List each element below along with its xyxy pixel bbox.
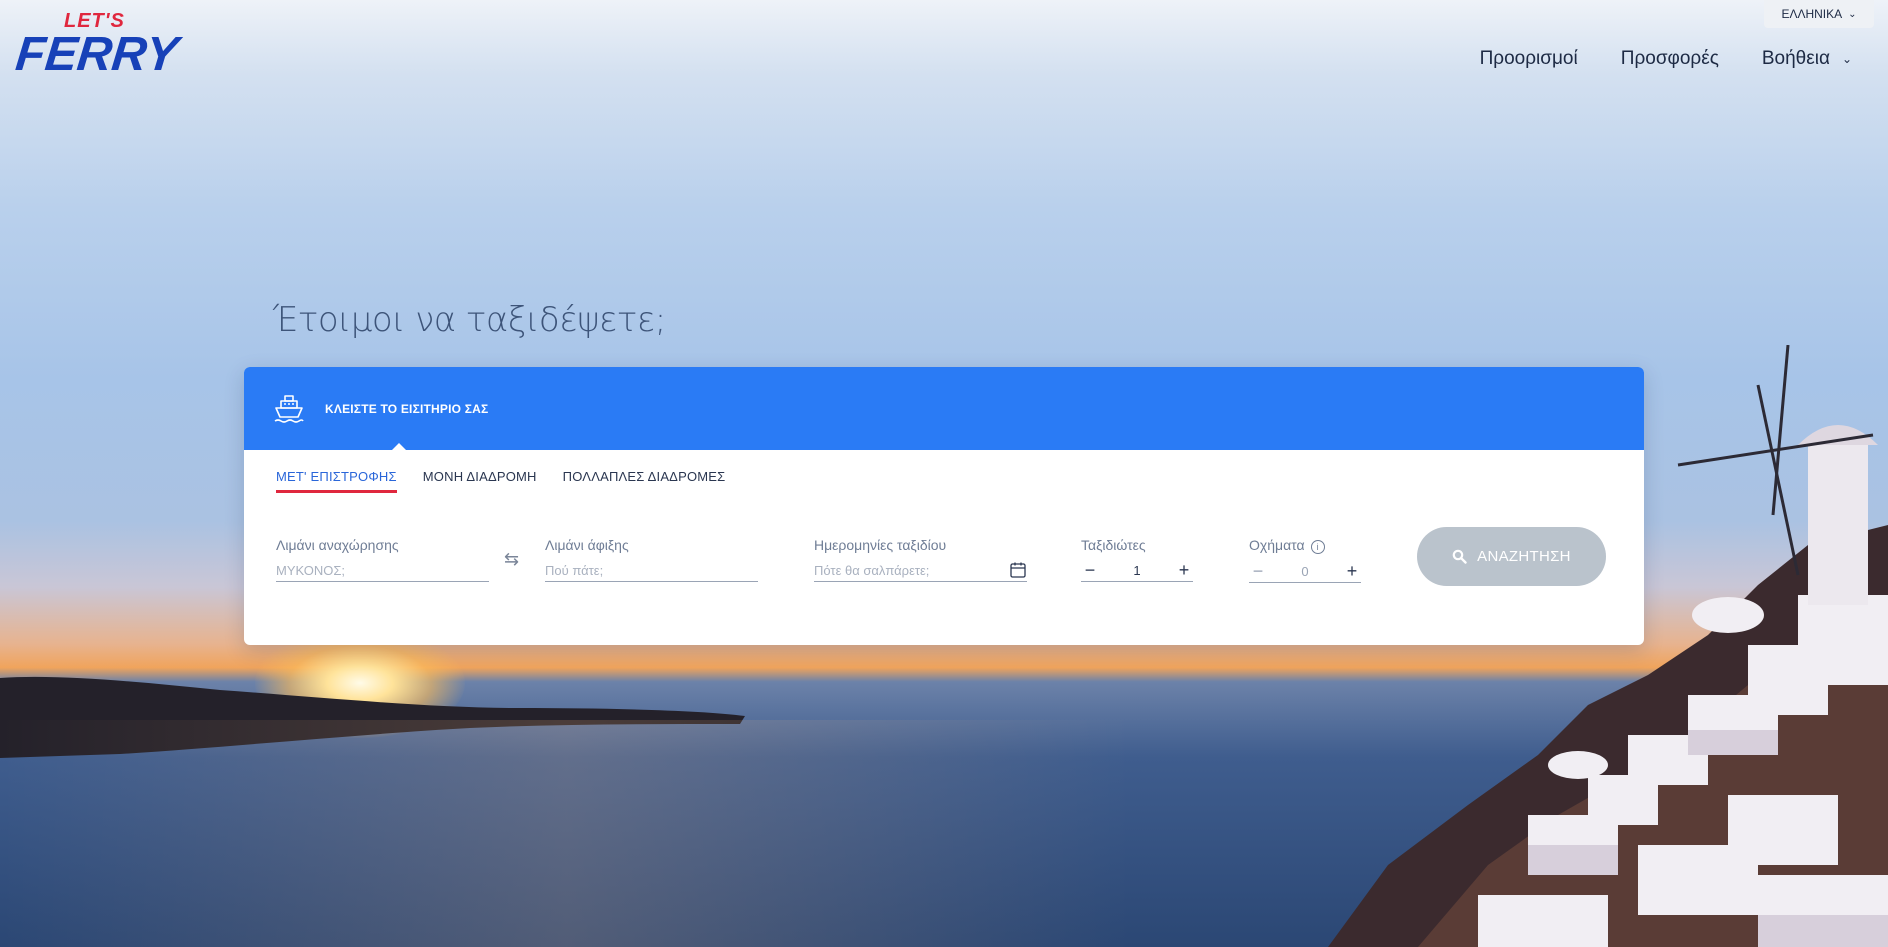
departure-input-line xyxy=(276,559,489,582)
booking-card-header: ΚΛΕΙΣΤΕ ΤΟ ΕΙΣΙΤΗΡΙΟ ΣΑΣ xyxy=(244,367,1644,450)
lets-ferry-logo[interactable]: LET'S FERRY xyxy=(13,10,181,82)
arrival-port-input[interactable] xyxy=(545,562,758,578)
travelers-label: Ταξιδιώτες xyxy=(1081,537,1146,553)
logo-ferry-text: FERRY xyxy=(13,28,181,81)
booking-card: ΚΛΕΙΣΤΕ ΤΟ ΕΙΣΙΤΗΡΙΟ ΣΑΣ ΜΕΤ' ΕΠΙΣΤΡΟΦΗΣ… xyxy=(244,367,1644,645)
vehicles-label: Οχήματα xyxy=(1249,537,1305,553)
search-button[interactable]: ΑΝΑΖΗΤΗΣΗ xyxy=(1417,527,1606,586)
tab-multi-trip[interactable]: ΠΟΛΛΑΠΛΕΣ ΔΙΑΔΡΟΜΕΣ xyxy=(563,469,726,493)
nav-destinations[interactable]: Προορισμοί xyxy=(1480,48,1578,70)
chevron-down-icon: ⌄ xyxy=(1848,8,1857,20)
trip-type-tabs: ΜΕΤ' ΕΠΙΣΤΡΟΦΗΣ ΜΟΝΗ ΔΙΑΔΡΟΜΗ ΠΟΛΛΑΠΛΕΣ … xyxy=(276,469,725,493)
search-button-label: ΑΝΑΖΗΤΗΣΗ xyxy=(1477,548,1571,565)
dates-input-line xyxy=(814,559,1027,582)
vehicles-count: 0 xyxy=(1301,563,1309,579)
tab-round-trip[interactable]: ΜΕΤ' ΕΠΙΣΤΡΟΦΗΣ xyxy=(276,469,397,493)
travel-dates-input[interactable] xyxy=(814,562,1009,578)
header-notch xyxy=(392,443,406,450)
arrival-port-field: Λιμάνι άφιξης xyxy=(545,537,758,582)
hero-title: Έτοιμοι να ταξιδέψετε; xyxy=(273,300,666,340)
booking-card-title: ΚΛΕΙΣΤΕ ΤΟ ΕΙΣΙΤΗΡΙΟ ΣΑΣ xyxy=(325,401,489,416)
departure-port-field: Λιμάνι αναχώρησης xyxy=(276,537,489,582)
vehicles-plus-button[interactable]: + xyxy=(1343,561,1361,582)
search-icon xyxy=(1452,549,1467,564)
language-selector[interactable]: ΕΛΛΗΝΙΚΑ ⌄ xyxy=(1764,0,1874,28)
nav-offers[interactable]: Προσφορές xyxy=(1621,48,1719,70)
chevron-down-icon: ⌄ xyxy=(1841,52,1852,66)
swap-ports-icon[interactable]: ⇆ xyxy=(504,549,519,570)
vehicles-label-wrap: Οχήματα i xyxy=(1249,537,1361,554)
vehicles-minus-button[interactable]: − xyxy=(1249,561,1267,582)
travel-dates-field: Ημερομηνίες ταξιδίου xyxy=(814,537,1027,582)
travelers-count: 1 xyxy=(1133,562,1141,578)
departure-port-label: Λιμάνι αναχώρησης xyxy=(276,537,399,553)
travelers-minus-button[interactable]: − xyxy=(1081,560,1099,581)
arrival-port-label: Λιμάνι άφιξης xyxy=(545,537,629,553)
vehicles-stepper: − 0 + xyxy=(1249,560,1361,583)
calendar-icon[interactable] xyxy=(1009,561,1027,579)
ship-icon xyxy=(274,394,304,423)
nav-help-label: Βοήθεια xyxy=(1761,48,1830,69)
travelers-plus-button[interactable]: + xyxy=(1175,560,1193,581)
departure-port-input[interactable] xyxy=(276,562,489,578)
arrival-input-line xyxy=(545,559,758,582)
info-icon[interactable]: i xyxy=(1310,540,1325,554)
nav-help[interactable]: Βοήθεια ⌄ xyxy=(1762,48,1852,70)
vehicles-field: Οχήματα i − 0 + xyxy=(1249,537,1361,583)
travelers-field: Ταξιδιώτες − 1 + xyxy=(1081,537,1193,582)
main-nav: Προορισμοί Προσφορές Βοήθεια ⌄ xyxy=(1480,48,1852,70)
travelers-stepper: − 1 + xyxy=(1081,559,1193,582)
language-label: ΕΛΛΗΝΙΚΑ xyxy=(1781,7,1843,21)
travel-dates-label: Ημερομηνίες ταξιδίου xyxy=(814,537,947,553)
tab-one-way[interactable]: ΜΟΝΗ ΔΙΑΔΡΟΜΗ xyxy=(423,469,537,493)
